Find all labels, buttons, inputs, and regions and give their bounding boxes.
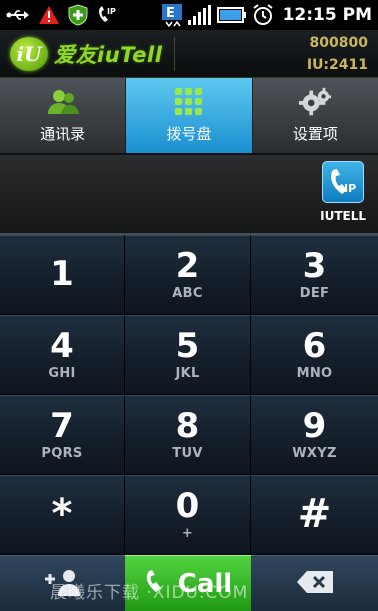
- iutell-ip-icon: IP: [322, 161, 365, 203]
- signal-icon: [187, 4, 213, 26]
- account-number: 800800: [309, 34, 368, 51]
- shield-plus-icon: [68, 4, 88, 26]
- svg-text:IP: IP: [344, 182, 356, 195]
- logo-text: 爱友iuTell: [54, 42, 163, 67]
- key-digit: 4: [50, 326, 74, 366]
- backspace-icon: [295, 569, 335, 599]
- app-header: iU 爱友iuTell 800800 IU:2411: [0, 30, 378, 78]
- alarm-icon: [251, 3, 275, 27]
- key-letters: GHI: [48, 366, 76, 381]
- call-phone-icon: [144, 569, 170, 599]
- svg-text:E: E: [166, 6, 175, 21]
- key-digit: 6: [302, 326, 327, 366]
- key-digit: #: [297, 490, 332, 537]
- key-8[interactable]: 8 TUV: [125, 395, 251, 475]
- battery-icon: [216, 6, 247, 24]
- key-digit: 8: [175, 406, 200, 446]
- key-0[interactable]: 0 +: [125, 475, 251, 555]
- key-letters: WXYZ: [292, 446, 337, 461]
- key-letters: +: [181, 526, 194, 541]
- key-digit: 3: [302, 246, 327, 286]
- settings-icon: [298, 87, 332, 117]
- key-letters: JKL: [175, 366, 200, 381]
- warning-icon: [38, 5, 60, 25]
- ip-phone-icon: IP: [96, 5, 118, 25]
- key-letters: TUV: [172, 446, 203, 461]
- logo-badge: iU: [10, 36, 48, 71]
- key-digit: 9: [302, 406, 327, 446]
- key-star[interactable]: *: [0, 475, 125, 555]
- status-clock: 12:15 PM: [282, 5, 372, 25]
- tab-settings-label: 设置项: [292, 125, 338, 143]
- key-letters: DEF: [299, 286, 330, 301]
- tab-dialpad[interactable]: 拨号盘: [126, 78, 253, 153]
- tab-dialpad-label: 拨号盘: [166, 125, 212, 143]
- action-bar: Call: [0, 555, 378, 611]
- tab-contacts-label: 通讯录: [40, 125, 86, 143]
- key-6[interactable]: 6 MNO: [251, 315, 378, 395]
- add-contact-button[interactable]: [0, 555, 125, 611]
- key-5[interactable]: 5 JKL: [125, 315, 251, 395]
- svg-text:IP: IP: [107, 7, 116, 16]
- tab-contacts[interactable]: 通讯录: [0, 78, 127, 153]
- header-divider: [174, 36, 176, 71]
- number-display[interactable]: IP IUTELL: [0, 153, 378, 235]
- iutell-button[interactable]: IP IUTELL: [320, 161, 366, 223]
- call-button[interactable]: Call: [125, 555, 251, 611]
- key-3[interactable]: 3 DEF: [251, 235, 378, 315]
- contacts-icon: [46, 87, 80, 117]
- delete-button[interactable]: [251, 555, 378, 611]
- iutell-label: IUTELL: [320, 209, 366, 223]
- app-logo: iU 爱友iuTell: [0, 30, 176, 77]
- account-info: 800800 IU:2411: [307, 32, 378, 76]
- key-4[interactable]: 4 GHI: [0, 315, 125, 395]
- key-1[interactable]: 1: [0, 235, 125, 315]
- key-digit: 2: [175, 246, 200, 286]
- key-hash[interactable]: #: [251, 475, 378, 555]
- key-9[interactable]: 9 WXYZ: [251, 395, 378, 475]
- key-digit: 1: [50, 253, 74, 294]
- tab-settings[interactable]: 设置项: [253, 78, 378, 153]
- key-letters: ABC: [172, 286, 203, 301]
- usb-icon: [6, 8, 30, 22]
- key-2[interactable]: 2 ABC: [125, 235, 251, 315]
- call-label: Call: [177, 568, 233, 599]
- tab-bar: 通讯录 拨号盘 设置项: [0, 78, 378, 153]
- dialpad-icon: [172, 87, 206, 117]
- key-7[interactable]: 7 PQRS: [0, 395, 125, 475]
- key-digit: 5: [175, 326, 200, 366]
- key-digit: *: [51, 490, 73, 537]
- network-e-icon: E: [161, 3, 183, 27]
- status-bar: IP E 12:15 PM: [0, 0, 378, 30]
- iu-id: IU:2411: [306, 56, 368, 73]
- key-digit: 7: [50, 406, 74, 446]
- key-letters: MNO: [296, 366, 333, 381]
- key-digit: 0: [175, 486, 200, 526]
- key-letters: PQRS: [41, 446, 83, 461]
- add-contact-icon: [41, 567, 85, 601]
- dialpad-keys: 1 2 ABC 3 DEF 4 GHI 5 JKL 6 MNO 7 PQRS 8 TUV 9W…: [0, 235, 378, 555]
